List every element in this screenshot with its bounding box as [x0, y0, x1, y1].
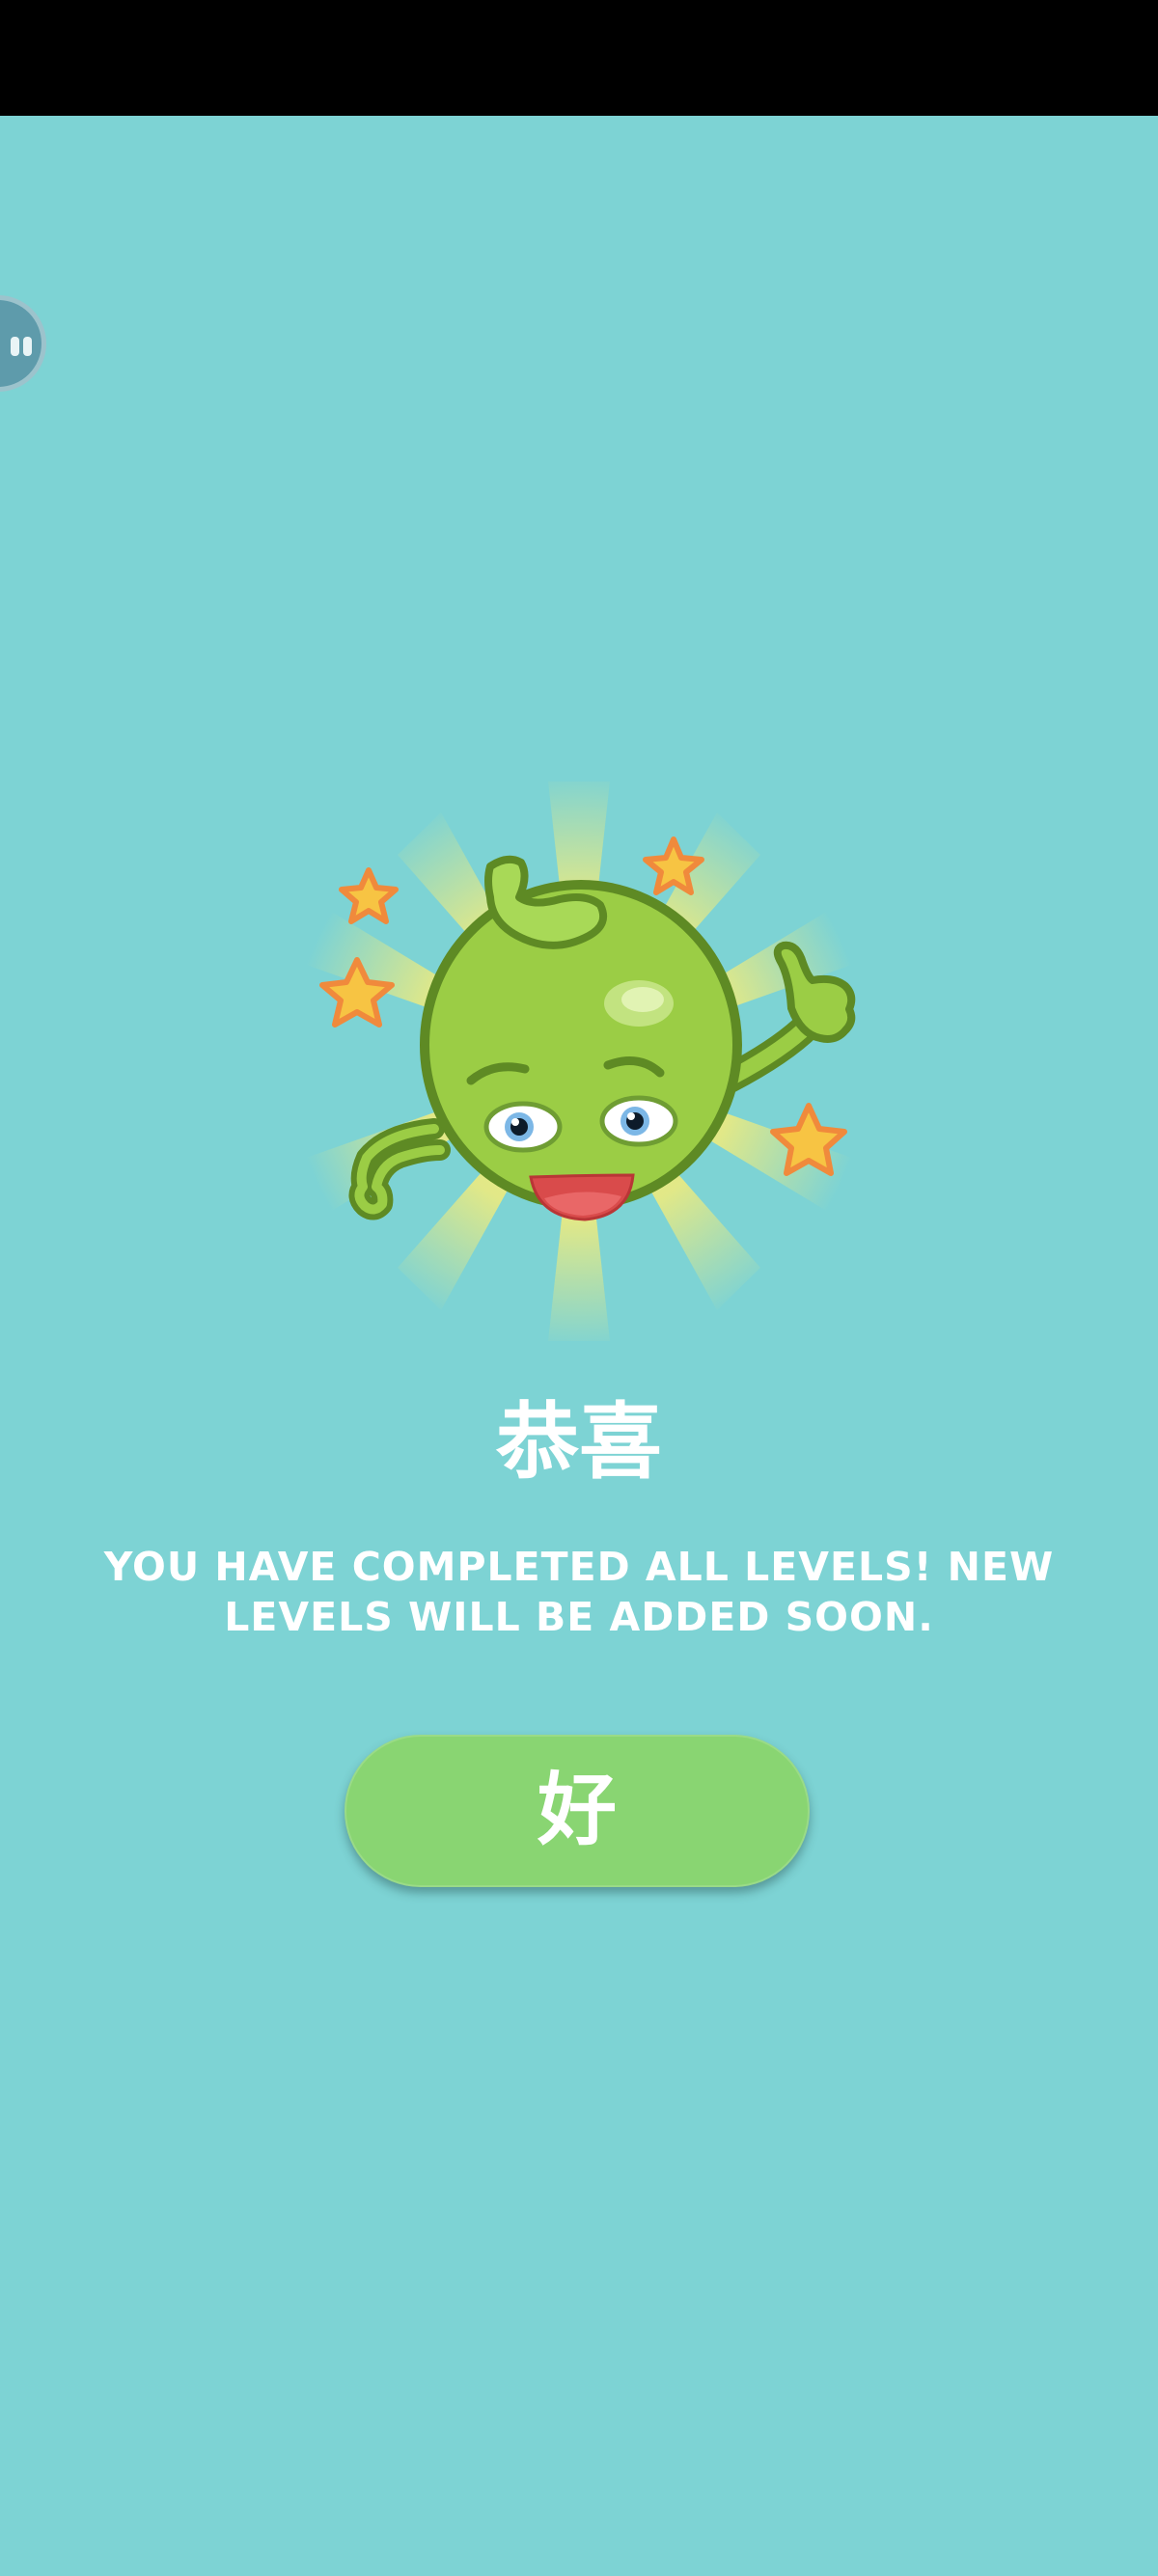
dialog-title: 恭喜 [496, 1394, 662, 1491]
star-icon [339, 867, 399, 924]
ok-button[interactable]: 好 [345, 1735, 810, 1887]
mascot-icon [295, 781, 863, 1341]
completion-message: YOU HAVE COMPLETED ALL LEVELS! NEW LEVEL… [103, 1544, 1055, 1640]
celebration-mascot-illustration [280, 762, 897, 1360]
floating-assistant-bubble-icon[interactable] [0, 295, 46, 392]
status-bar [0, 0, 1158, 116]
